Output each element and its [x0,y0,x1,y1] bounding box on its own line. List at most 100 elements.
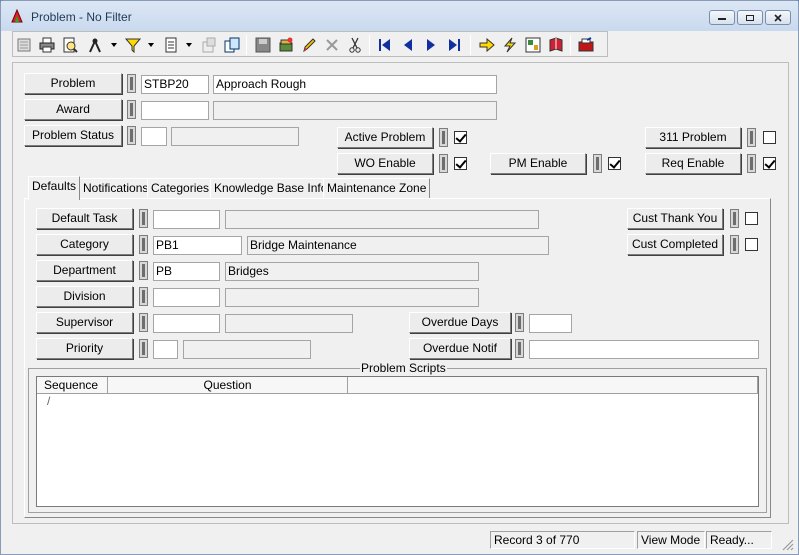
active-problem-handle[interactable] [439,128,448,147]
resize-grip-icon[interactable] [780,537,794,554]
cust-completed-checkbox[interactable] [745,238,758,251]
toolbar-separator [369,35,370,55]
cust-completed-handle[interactable] [730,235,739,254]
cust-completed-button[interactable]: Cust Completed [627,234,723,255]
supervisor-button[interactable]: Supervisor [36,312,133,333]
priority-code-field[interactable] [153,340,178,359]
query-dropdown-arrow[interactable] [111,43,117,47]
copy-record-icon[interactable] [222,35,242,55]
edit-pencil-icon[interactable] [299,35,319,55]
department-handle[interactable] [139,261,148,280]
problem-status-code-field[interactable] [141,127,167,146]
default-task-button[interactable]: Default Task [36,208,133,229]
print-preview-icon[interactable] [60,35,80,55]
award-code-field[interactable] [141,101,209,120]
form-view-icon[interactable] [14,35,34,55]
overdue-days-field[interactable] [529,314,572,333]
problem-window: Problem - No Filter Problem STBP20 Appro… [0,0,799,555]
lightning-icon[interactable] [500,35,520,55]
default-task-handle[interactable] [139,209,148,228]
attach-document-icon[interactable] [199,35,219,55]
division-handle[interactable] [139,287,148,306]
next-record-icon[interactable] [421,35,441,55]
active-problem-button[interactable]: Active Problem [337,127,433,148]
report-icon[interactable] [161,35,181,55]
311-problem-button[interactable]: 311 Problem [645,127,741,148]
department-description-field: Bridges [225,262,479,281]
department-code-field[interactable]: PB [153,262,220,281]
query-wizard-icon[interactable] [85,35,105,55]
print-icon[interactable] [37,35,57,55]
department-button[interactable]: Department [36,260,133,281]
exit-icon[interactable] [576,35,596,55]
priority-button[interactable]: Priority [36,338,133,359]
delete-icon[interactable] [322,35,342,55]
supervisor-handle[interactable] [139,313,148,332]
req-enable-handle[interactable] [747,154,756,173]
award-button[interactable]: Award [24,99,122,120]
column-header-question[interactable]: Question [108,377,348,394]
overdue-notif-button[interactable]: Overdue Notif [409,338,511,359]
active-problem-checkbox[interactable] [454,131,467,144]
category-button[interactable]: Category [36,234,133,255]
division-code-field[interactable] [153,288,220,307]
problem-description-field[interactable]: Approach Rough [213,75,497,94]
previous-record-icon[interactable] [398,35,418,55]
award-lookup-handle[interactable] [127,100,136,119]
default-task-code-field[interactable] [153,210,220,229]
priority-handle[interactable] [139,339,148,358]
overdue-notif-field[interactable] [529,340,759,359]
record-counter: Record 3 of 770 [490,531,635,549]
pm-enable-handle[interactable] [593,154,602,173]
goto-arrow-icon[interactable] [477,35,497,55]
problem-button[interactable]: Problem [24,73,122,94]
close-button[interactable] [765,10,791,25]
pm-enable-checkbox[interactable] [608,157,621,170]
last-record-icon[interactable] [444,35,464,55]
cut-icon[interactable] [345,35,365,55]
311-problem-handle[interactable] [747,128,756,147]
award-description-field [213,101,497,120]
new-record-icon[interactable] [276,35,296,55]
app-icon [10,8,24,26]
cust-thank-you-checkbox[interactable] [745,212,758,225]
overdue-days-handle[interactable] [515,313,524,332]
problem-code-field[interactable]: STBP20 [141,75,209,94]
problem-scripts-grid[interactable]: Sequence / Question [36,376,759,507]
category-code-field[interactable]: PB1 [153,236,242,255]
division-button[interactable]: Division [36,286,133,307]
wo-enable-button[interactable]: WO Enable [337,153,433,174]
cust-thank-you-handle[interactable] [730,209,739,228]
filter-dropdown-arrow[interactable] [148,43,154,47]
report-dropdown-arrow[interactable] [186,43,192,47]
tab-notifications[interactable]: Notifications [79,178,153,199]
cust-thank-you-button[interactable]: Cust Thank You [627,208,723,229]
problem-status-button[interactable]: Problem Status [24,125,122,146]
pm-enable-button[interactable]: PM Enable [490,153,586,174]
minimize-button[interactable] [709,10,735,25]
problem-lookup-handle[interactable] [127,74,136,93]
overdue-days-button[interactable]: Overdue Days [409,312,511,333]
save-icon[interactable] [253,35,273,55]
wo-enable-handle[interactable] [439,154,448,173]
tab-maintenance-zone[interactable]: Maintenance Zone [323,178,431,199]
filter-icon[interactable] [123,35,143,55]
311-problem-checkbox[interactable] [763,131,776,144]
tab-knowledge-base-info[interactable]: Knowledge Base Info [210,178,332,199]
req-enable-checkbox[interactable] [763,157,776,170]
problem-status-lookup-handle[interactable] [127,126,136,145]
help-book-icon[interactable] [546,35,566,55]
supervisor-code-field[interactable] [153,314,220,333]
window-title: Problem - No Filter [31,10,132,24]
tab-defaults[interactable]: Defaults [28,176,81,200]
wo-enable-checkbox[interactable] [454,157,467,170]
tab-categories[interactable]: Categories [147,178,214,199]
overdue-notif-handle[interactable] [515,339,524,358]
first-record-icon[interactable] [375,35,395,55]
restore-button[interactable] [737,10,763,25]
req-enable-button[interactable]: Req Enable [645,153,741,174]
column-header-sequence[interactable]: Sequence / [37,377,108,408]
toolbar-separator [570,35,571,55]
map-icon[interactable] [523,35,543,55]
category-handle[interactable] [139,235,148,254]
